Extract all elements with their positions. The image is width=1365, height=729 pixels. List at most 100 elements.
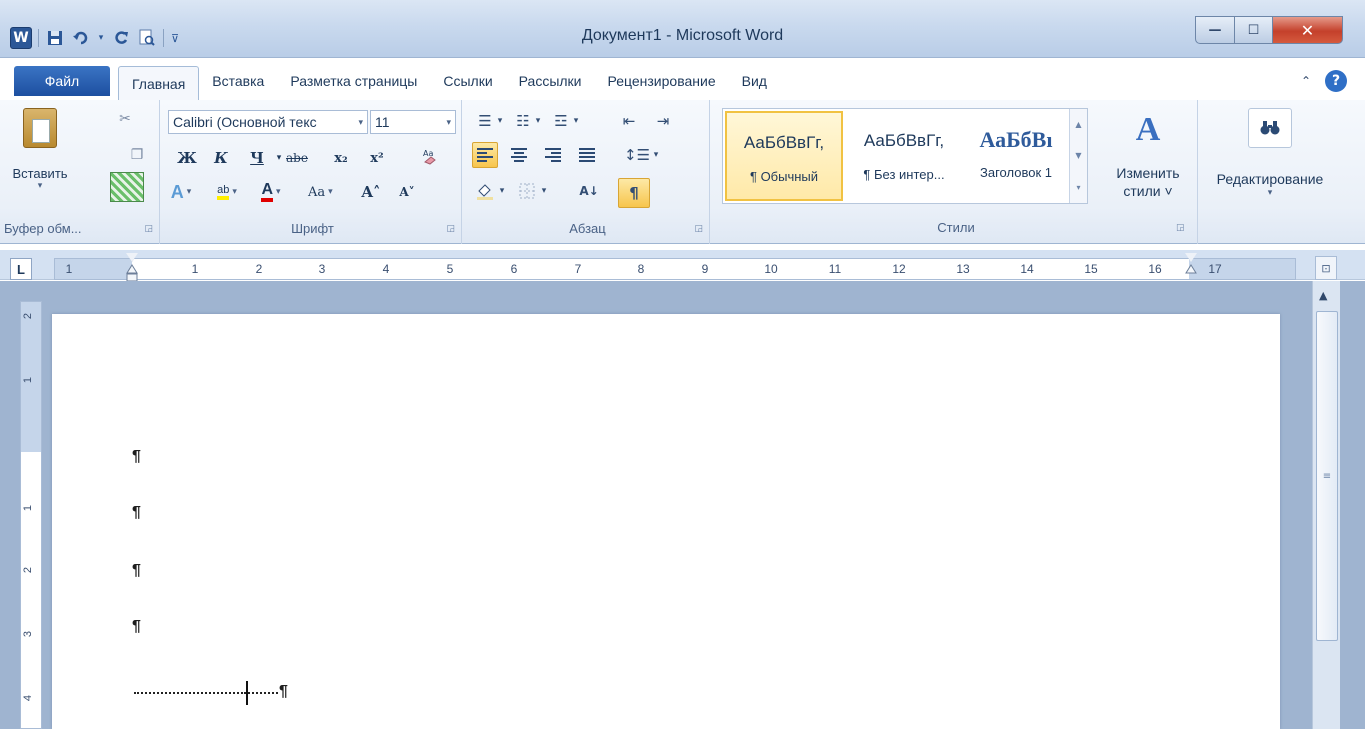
- ruler-number: 10: [764, 262, 778, 276]
- font-size-value: 11: [375, 114, 390, 130]
- chevron-down-icon[interactable]: ▾: [570, 108, 582, 134]
- style-name: ¶ Без интер...: [863, 167, 945, 182]
- shrink-font-button[interactable]: A˅: [396, 180, 418, 204]
- minimize-ribbon-icon[interactable]: ⌃: [1301, 74, 1311, 88]
- format-painter-icon[interactable]: [110, 172, 144, 202]
- gallery-scroll: ▲ ▼ ▾: [1069, 109, 1087, 203]
- line-spacing-icon[interactable]: ↕☰: [624, 142, 650, 168]
- bold-button[interactable]: Ж: [176, 146, 198, 170]
- maximize-button[interactable]: ☐: [1235, 16, 1273, 44]
- chevron-down-icon[interactable]: ▾: [446, 117, 451, 128]
- ribbon-right-controls: ⌃ ?: [1301, 70, 1347, 92]
- chevron-down-icon[interactable]: ▾: [538, 178, 550, 204]
- clipboard-group-label: Буфер обм...: [4, 221, 82, 236]
- copy-icon[interactable]: ❐: [126, 144, 148, 166]
- tab-review[interactable]: Рецензирование: [595, 66, 729, 96]
- view-ruler-icon[interactable]: ⊡: [1315, 256, 1337, 280]
- horizontal-ruler[interactable]: 1 1 2 3 4 5 6 7 8 9 10 11 12 13 14 15 16…: [54, 252, 1296, 282]
- ruler-number: 6: [510, 262, 518, 276]
- change-styles-button[interactable]: A Изменить стили ˅: [1100, 108, 1196, 200]
- chevron-down-icon[interactable]: ▾: [38, 181, 43, 191]
- change-case-label: Aa: [308, 184, 326, 200]
- style-heading-1[interactable]: АаБбВı Заголовок 1: [957, 111, 1075, 201]
- editing-button[interactable]: Редактирование ▾: [1200, 108, 1340, 198]
- tab-page-layout[interactable]: Разметка страницы: [277, 66, 430, 96]
- font-color-button[interactable]: A ▾: [260, 180, 282, 204]
- scissors-icon[interactable]: ✂: [114, 108, 136, 130]
- text-effects-button[interactable]: A ▾: [170, 180, 192, 204]
- align-left-button[interactable]: [472, 142, 498, 168]
- gallery-more-icon[interactable]: ▾: [1076, 183, 1080, 192]
- align-right-icon: [545, 148, 561, 162]
- minimize-button[interactable]: —: [1195, 16, 1235, 44]
- dot-leader: [248, 692, 278, 694]
- sort-button[interactable]: А↓: [576, 178, 602, 204]
- right-indent-marker[interactable]: [1185, 253, 1197, 283]
- chevron-down-icon[interactable]: ▾: [650, 142, 662, 168]
- tab-home[interactable]: Главная: [118, 66, 200, 100]
- superscript-button[interactable]: x²: [366, 146, 388, 170]
- vertical-ruler-number: 3: [22, 630, 35, 638]
- tab-insert[interactable]: Вставка: [199, 66, 277, 96]
- scroll-down-icon[interactable]: ▼: [1075, 151, 1081, 160]
- align-left-icon: [477, 148, 493, 162]
- dialog-launcher-icon[interactable]: ◲: [694, 224, 703, 234]
- vertical-scrollbar[interactable]: ▲ ≡: [1312, 281, 1340, 729]
- dialog-launcher-icon[interactable]: ◲: [144, 224, 153, 234]
- tab-file[interactable]: Файл: [14, 66, 110, 96]
- editing-label: Редактирование: [1216, 171, 1324, 187]
- align-center-button[interactable]: [506, 142, 532, 168]
- change-styles-line2: стили ˅: [1123, 183, 1173, 199]
- decrease-indent-icon[interactable]: ⇤: [616, 108, 642, 134]
- tab-leader-line: ¶: [134, 681, 288, 705]
- vertical-ruler[interactable]: 2 1 1 2 3 4: [20, 301, 42, 729]
- dialog-launcher-icon[interactable]: ◲: [446, 224, 455, 234]
- chevron-down-icon[interactable]: ▾: [532, 108, 544, 134]
- align-center-icon: [511, 148, 527, 162]
- tab-references[interactable]: Ссылки: [430, 66, 505, 96]
- font-size-combo[interactable]: 11 ▾: [370, 110, 456, 134]
- scroll-up-icon[interactable]: ▲: [1075, 120, 1081, 129]
- change-case-button[interactable]: Aa ▾: [308, 180, 333, 204]
- scrollbar-thumb[interactable]: ≡: [1316, 311, 1338, 641]
- paste-button[interactable]: Вставить ▾: [4, 108, 76, 191]
- tab-selector-button[interactable]: L: [10, 258, 32, 280]
- style-no-spacing[interactable]: АаБбВвГг, ¶ Без интер...: [845, 111, 963, 201]
- grow-font-button[interactable]: A˄: [360, 180, 382, 204]
- show-formatting-marks-button[interactable]: ¶: [618, 178, 650, 208]
- close-button[interactable]: ✕: [1273, 16, 1343, 44]
- chevron-down-icon[interactable]: ▾: [494, 108, 506, 134]
- strikethrough-button[interactable]: abe: [286, 146, 308, 170]
- highlight-button[interactable]: ab ▾: [216, 180, 238, 204]
- borders-icon[interactable]: [514, 178, 540, 204]
- style-preview: АаБбВı: [979, 127, 1053, 152]
- paragraph-mark: ¶: [132, 448, 141, 465]
- italic-button[interactable]: К: [210, 146, 232, 170]
- tab-mailings[interactable]: Рассылки: [506, 66, 595, 96]
- chevron-down-icon[interactable]: ▾: [496, 178, 508, 204]
- ruler-number: 1: [191, 262, 199, 276]
- align-right-button[interactable]: [540, 142, 566, 168]
- window-controls: — ☐ ✕: [1195, 16, 1343, 44]
- increase-indent-icon[interactable]: ⇥: [650, 108, 676, 134]
- tab-view[interactable]: Вид: [729, 66, 780, 96]
- help-icon[interactable]: ?: [1325, 70, 1347, 92]
- chevron-down-icon[interactable]: ▾: [1268, 188, 1273, 198]
- document-page[interactable]: ¶ ¶ ¶ ¶ ¶: [52, 314, 1280, 729]
- clipboard-icon: [23, 108, 57, 148]
- paragraph-mark: ¶: [132, 504, 141, 521]
- shading-icon[interactable]: [472, 178, 498, 204]
- clear-formatting-icon[interactable]: Aa: [420, 144, 442, 168]
- justify-button[interactable]: [574, 142, 600, 168]
- dot-leader: [134, 692, 246, 694]
- style-normal[interactable]: АаБбВвГг, ¶ Обычный: [725, 111, 843, 201]
- underline-button[interactable]: Ч: [246, 146, 268, 170]
- dialog-launcher-icon[interactable]: ◲: [1176, 223, 1185, 233]
- subscript-button[interactable]: x₂: [330, 146, 352, 170]
- ruler-number: 16: [1148, 262, 1162, 276]
- font-name-combo[interactable]: Calibri (Основной текс ▾: [168, 110, 368, 134]
- chevron-down-icon[interactable]: ▾: [358, 117, 363, 128]
- ruler-number: 1: [65, 262, 73, 276]
- indent-marker[interactable]: [126, 252, 138, 283]
- scroll-up-icon[interactable]: ▲: [1319, 289, 1327, 302]
